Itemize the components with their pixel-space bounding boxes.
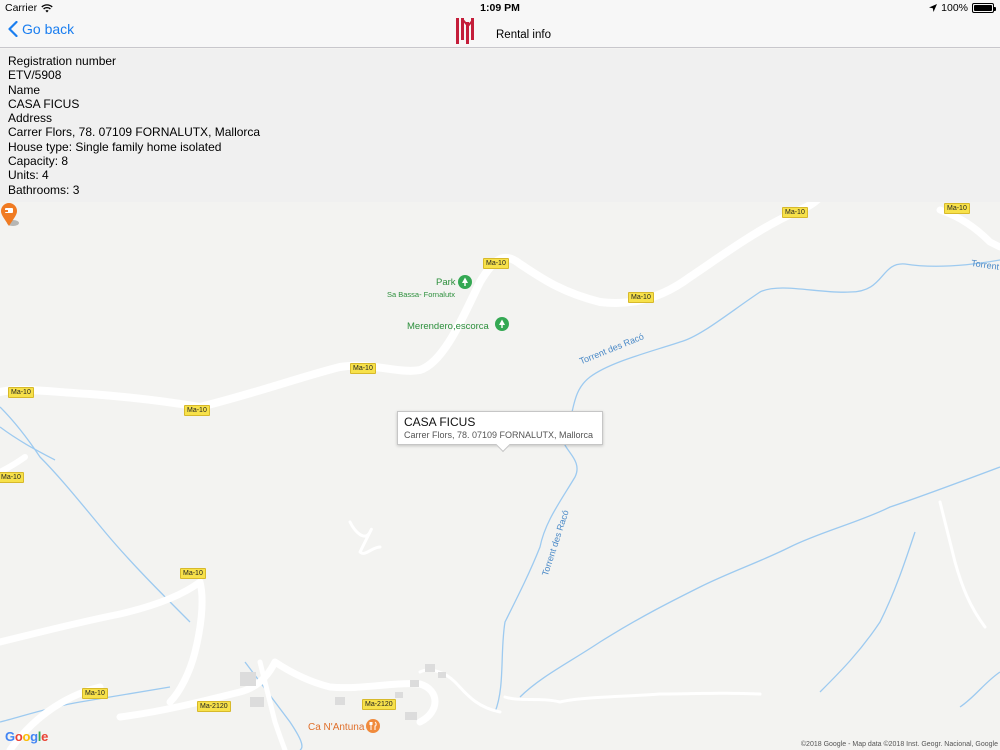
road-label: Ma-10: [628, 292, 654, 303]
chevron-left-icon: [8, 21, 18, 37]
road-label: Ma-10: [180, 568, 206, 579]
road-label: Ma-10: [350, 363, 376, 374]
road-label: Ma-10: [0, 472, 24, 483]
road-label: Ma-10: [483, 258, 509, 269]
tree-icon[interactable]: [495, 317, 509, 331]
callout-address: Carrer Flors, 78. 07109 FORNALUTX, Mallo…: [404, 430, 594, 440]
house-type: House type: Single family home isolated: [8, 139, 222, 154]
restaurant-icon[interactable]: [366, 719, 380, 733]
status-bar: Carrier 1:09 PM 100%: [0, 0, 1000, 16]
registration-label: Registration number: [8, 54, 117, 68]
callout-title: CASA FICUS: [404, 415, 476, 429]
name-label: Name: [8, 82, 41, 97]
balearic-logo: [456, 18, 474, 44]
status-time: 1:09 PM: [480, 2, 520, 14]
road-label: Ma-10: [782, 207, 808, 218]
location-arrow-icon: [929, 4, 938, 12]
road-label: Ma-10: [8, 387, 34, 398]
capacity: Capacity: 8: [8, 154, 69, 169]
tree-icon[interactable]: [458, 275, 472, 289]
units: Units: 4: [8, 168, 49, 183]
map-view[interactable]: Ma-10 Ma-10 Ma-10 Ma-10 Ma-10 Ma-10 Ma-1…: [0, 202, 1000, 750]
poi-merendero-label: Merendero,escorca: [407, 321, 489, 332]
location-callout[interactable]: CASA FICUS Carrer Flors, 78. 07109 FORNA…: [397, 411, 603, 445]
road-label: Ma-2120: [197, 701, 231, 712]
status-right: 100%: [929, 2, 996, 14]
bathrooms: Bathrooms: 3: [8, 182, 80, 197]
back-button[interactable]: Go back: [8, 21, 74, 37]
road-label: Ma-10: [184, 405, 210, 416]
restaurant-label: Ca N'Antuna: [308, 722, 365, 733]
roads-minor: [348, 500, 987, 714]
battery-icon: [972, 3, 996, 13]
back-label: Go back: [22, 21, 75, 37]
road-label: Ma-10: [82, 688, 108, 699]
address-value: Carrer Flors, 78. 07109 FORNALUTX, Mallo…: [8, 125, 261, 140]
map-copyright[interactable]: ©2018 Google - Map data ©2018 Inst. Geog…: [801, 741, 998, 748]
location-pin-icon[interactable]: [0, 202, 20, 228]
navigation-bar: Go back Rental info: [0, 16, 1000, 48]
road-label: Ma-2120: [362, 699, 396, 710]
battery-percent: 100%: [941, 2, 968, 14]
address-label: Address: [8, 111, 53, 126]
roads-major: [0, 202, 1000, 750]
poi-park-label: Park: [436, 277, 456, 288]
road-label: Ma-10: [944, 203, 970, 214]
map-canvas: [0, 202, 1000, 750]
page-title: Rental info: [496, 29, 551, 41]
poi-park-sublabel: Sa Bassa- Fornalutx: [387, 290, 455, 299]
registration-value: ETV/5908: [8, 68, 62, 83]
google-logo: Google: [5, 729, 49, 744]
battery-fill: [974, 5, 992, 11]
water-streams: [0, 259, 1000, 750]
name-value: CASA FICUS: [8, 96, 80, 111]
rental-info-panel: Registration number ETV/5908 Name CASA F…: [0, 49, 1000, 202]
